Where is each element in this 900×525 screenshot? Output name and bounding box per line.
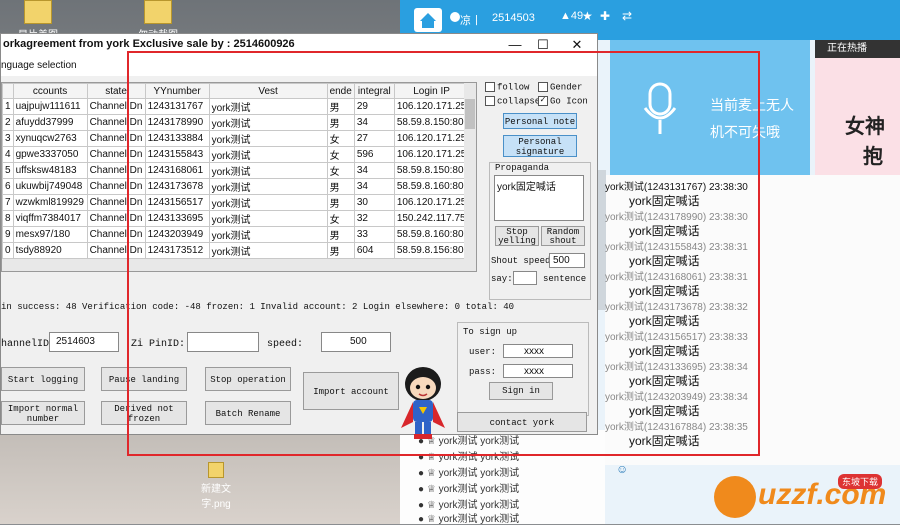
column-header[interactable]: ccounts (12, 83, 88, 99)
table-cell: tsdy88920 (12, 242, 88, 259)
watermark-sub: 东坡下载 (838, 474, 883, 489)
user-icon: ● ♕ (418, 484, 439, 495)
table-cell: 2 (2, 114, 14, 131)
hot-broadcast-panel[interactable]: 正在热播 女神 抱 (815, 40, 900, 175)
menu-language-selection[interactable]: nguage selection (1, 60, 77, 71)
table-cell: uajpujw111611 (12, 98, 88, 115)
table-cell: uffsksw48183 (12, 162, 88, 179)
table-cell: 1 (2, 98, 14, 115)
member-name: york测试 york测试 (438, 514, 520, 525)
table-cell: ukuwbij749048 (12, 178, 88, 195)
site-watermark: uzzf.com 东坡下载 (710, 470, 900, 524)
selection-highlight (127, 51, 760, 456)
list-item[interactable]: ● ♕ york测试 york测试 (418, 510, 598, 525)
channel-name: 凉丨 (460, 15, 482, 27)
member-name: york测试 york测试 (438, 468, 520, 479)
table-cell: 5 (2, 162, 14, 179)
table-cell: afuydd37999 (12, 114, 88, 131)
table-cell: 6 (2, 178, 14, 195)
start-logging-button[interactable]: Start logging (1, 367, 85, 391)
table-cell: 7 (2, 194, 14, 211)
table-cell: 8 (2, 210, 14, 227)
window-title: orkagreement from york Exclusive sale by… (3, 38, 295, 50)
channel-id-input[interactable]: 2514603 (49, 332, 119, 352)
table-cell: xynuqcw2763 (12, 130, 88, 147)
image-file-icon (24, 0, 52, 24)
list-item[interactable]: ● ♕ york测试 york测试 (418, 496, 598, 511)
hot-banner-text: 女神 (845, 116, 885, 138)
hot-banner-text-2: 抱 (863, 146, 883, 168)
level-badge: ▲49 (560, 10, 584, 22)
channel-id-label: hannelID: (1, 339, 56, 350)
table-cell: 4 (2, 146, 14, 163)
avatar[interactable] (450, 12, 460, 22)
hot-label: 正在热播 (815, 40, 900, 58)
table-cell: wzwkml819929 (12, 194, 88, 211)
desktop-icon-3[interactable]: 新建文 字.png (186, 462, 246, 510)
png-file-icon (208, 462, 224, 478)
table-cell: 3 (2, 130, 14, 147)
desktop-icon-label: 新建文 字.png (201, 484, 231, 510)
star-icon[interactable]: ★ (582, 9, 593, 23)
folder-icon (144, 0, 172, 24)
table-cell: 9 (2, 226, 14, 243)
column-header[interactable] (2, 83, 14, 99)
import-normal-button[interactable]: Import normal number (1, 401, 85, 425)
gift-icon[interactable]: ✚ (600, 9, 610, 23)
table-cell: 0 (2, 242, 14, 259)
share-icon[interactable]: ⇄ (622, 9, 632, 23)
channel-id: 2514503 (492, 12, 535, 24)
member-name: york测试 york测试 (438, 484, 520, 495)
watermark-logo-icon (714, 476, 756, 518)
list-item[interactable]: ● ♕ york测试 york测试 (418, 464, 598, 479)
user-icon: ● ♕ (418, 468, 439, 479)
table-cell: mesx97/180 (12, 226, 88, 243)
table-cell: viqffm7384017 (12, 210, 88, 227)
user-icon: ● ♕ (418, 514, 439, 525)
list-item[interactable]: ● ♕ york测试 york测试 (418, 480, 598, 495)
table-cell: gpwe3337050 (12, 146, 88, 163)
home-icon[interactable] (414, 8, 442, 32)
